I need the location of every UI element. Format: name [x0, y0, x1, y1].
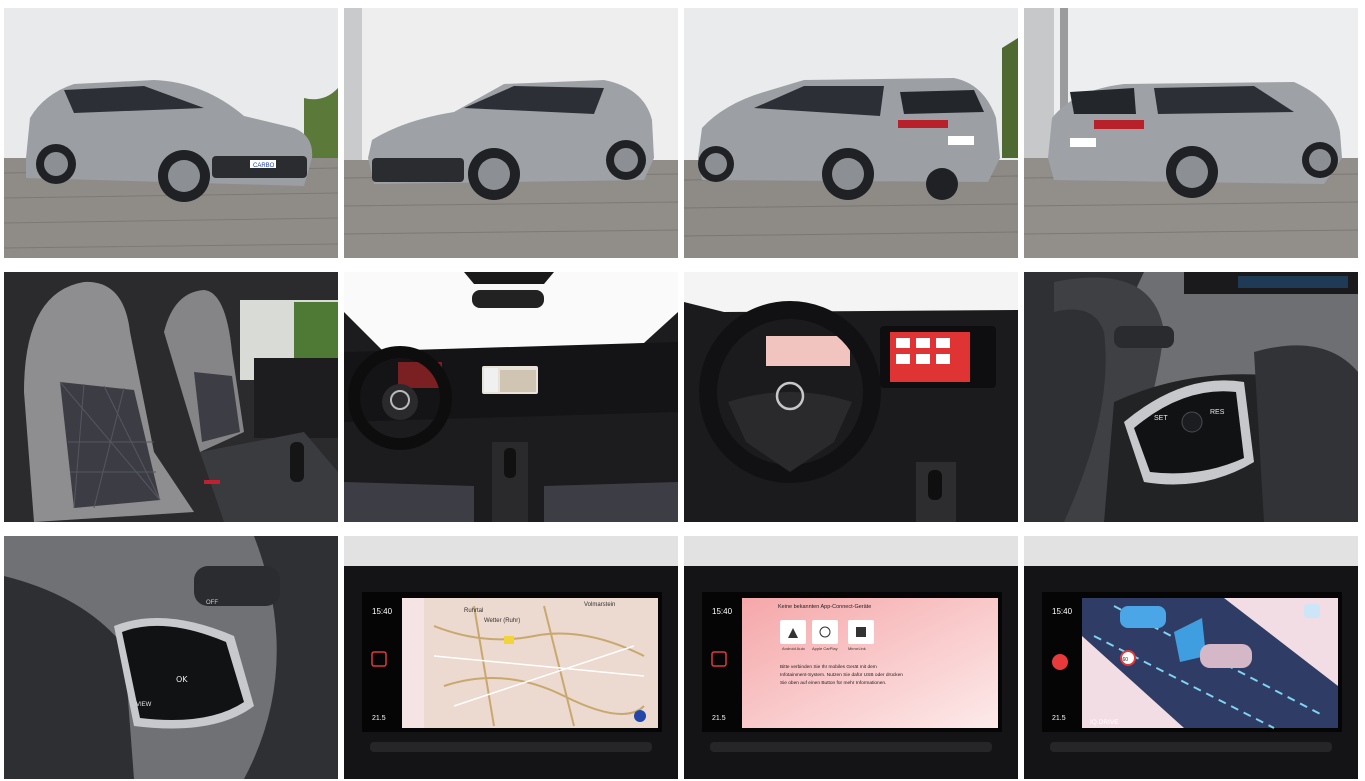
car-front-right-image [344, 8, 678, 258]
iq-drive-label: IQ.DRIVE [1090, 719, 1119, 726]
off-lever-label: OFF [206, 600, 218, 606]
clock-text: 15:40 [712, 607, 733, 616]
map-label-ruhrtal: Ruhrtal [464, 608, 483, 614]
clock-text: 15:40 [372, 607, 393, 616]
gallery-photo-infotainment-app-connect[interactable]: 15:40 21.5 Keine bekannten App-Connect-G… [684, 536, 1018, 779]
seats-image [4, 272, 338, 522]
app-connect-body-3: Sie oben auf einen Button für mehr Infor… [780, 680, 886, 686]
gallery-photo-cockpit[interactable] [684, 272, 1018, 522]
gallery-photo-rear-right[interactable] [1024, 8, 1358, 258]
temperature-text: 21.5 [372, 715, 386, 722]
clock-text: 15:40 [1052, 607, 1073, 616]
gallery-photo-front-seats[interactable] [4, 272, 338, 522]
ok-button-label: OK [176, 675, 188, 684]
photo-gallery: CARBO SET RES OK VIEW OFF 15:40 21.5 Ruh… [0, 0, 1365, 781]
gallery-photo-infotainment-iq-drive[interactable]: 15:40 21.5 60 IQ.DRIVE [1024, 536, 1358, 779]
app-label-android: Android Auto [782, 646, 806, 651]
app-connect-heading: Keine bekannten App-Connect-Geräte [778, 604, 871, 610]
res-button-label: RES [1210, 409, 1225, 416]
speed-limit-sign: 60 [1123, 657, 1129, 663]
view-button-label: VIEW [136, 702, 152, 708]
gallery-photo-infotainment-nav[interactable]: 15:40 21.5 Ruhrtal Wetter (Ruhr) Volmars… [344, 536, 678, 779]
iq-drive-screen-image: 15:40 21.5 60 IQ.DRIVE [1024, 536, 1358, 779]
steering-left-image: OK VIEW OFF [4, 536, 338, 779]
temperature-text: 21.5 [712, 715, 726, 722]
gallery-photo-dashboard[interactable] [344, 272, 678, 522]
license-plate: CARBO [253, 163, 275, 169]
app-connect-body-2: Infotainment-System. Nutzen Sie dafür US… [780, 672, 903, 678]
gallery-photo-steering-right[interactable]: SET RES [1024, 272, 1358, 522]
gallery-photo-front-right[interactable] [344, 8, 678, 258]
temperature-text: 21.5 [1052, 715, 1066, 722]
gallery-photo-rear-left[interactable] [684, 8, 1018, 258]
gallery-photo-front-left[interactable]: CARBO [4, 8, 338, 258]
car-rear-left-image [684, 8, 1018, 258]
cockpit-image [684, 272, 1018, 522]
navigation-screen-image: 15:40 21.5 Ruhrtal Wetter (Ruhr) Volmars… [344, 536, 678, 779]
car-rear-right-image [1024, 8, 1358, 258]
set-button-label: SET [1154, 415, 1168, 422]
app-connect-body-1: Bitte verbinden Sie Ihr mobiles Gerät mi… [780, 664, 877, 670]
dashboard-image [344, 272, 678, 522]
app-label-mirrorlink: MirrorLink [848, 646, 866, 651]
map-label-wetter: Wetter (Ruhr) [484, 618, 520, 624]
map-label-volmarstein: Volmarstein [584, 602, 615, 608]
steering-right-image: SET RES [1024, 272, 1358, 522]
gallery-photo-steering-left[interactable]: OK VIEW OFF [4, 536, 338, 779]
app-connect-screen-image: 15:40 21.5 Keine bekannten App-Connect-G… [684, 536, 1018, 779]
app-label-carplay: Apple CarPlay [812, 646, 838, 651]
car-front-left-image: CARBO [4, 8, 338, 258]
